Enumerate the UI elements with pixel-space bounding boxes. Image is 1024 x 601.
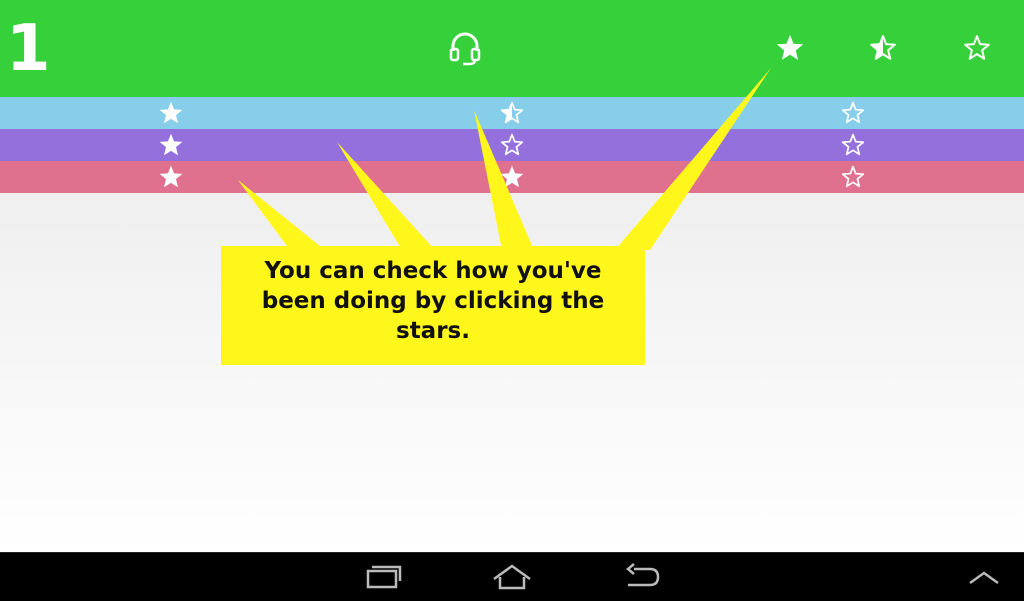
star-filled-icon[interactable] xyxy=(158,132,184,158)
level-number: 1 xyxy=(6,12,51,86)
back-icon[interactable] xyxy=(620,563,664,591)
progress-row-blue xyxy=(0,97,1024,129)
star-outline-icon[interactable] xyxy=(499,132,525,158)
star-filled-icon[interactable] xyxy=(499,164,525,190)
star-outline-icon[interactable] xyxy=(840,100,866,126)
progress-row-pink xyxy=(0,161,1024,193)
tutorial-callout[interactable]: You can check how you've been doing by c… xyxy=(221,246,645,365)
headphone-icon[interactable] xyxy=(448,31,482,67)
star-filled-icon[interactable] xyxy=(775,33,805,63)
star-outline-icon[interactable] xyxy=(840,164,866,190)
home-icon[interactable] xyxy=(490,563,534,591)
star-outline-icon[interactable] xyxy=(962,33,992,63)
header-bar: 1 xyxy=(0,0,1024,97)
app-root: 1 You can check how you've been doing by… xyxy=(0,0,1024,601)
progress-row-purple xyxy=(0,129,1024,161)
recent-apps-icon[interactable] xyxy=(362,563,406,591)
system-navigation-bar xyxy=(0,552,1024,601)
star-filled-icon[interactable] xyxy=(158,100,184,126)
star-outline-icon[interactable] xyxy=(840,132,866,158)
star-filled-icon[interactable] xyxy=(158,164,184,190)
star-half-icon[interactable] xyxy=(868,33,898,63)
star-half-icon[interactable] xyxy=(499,100,525,126)
chevron-up-icon[interactable] xyxy=(962,563,1006,591)
